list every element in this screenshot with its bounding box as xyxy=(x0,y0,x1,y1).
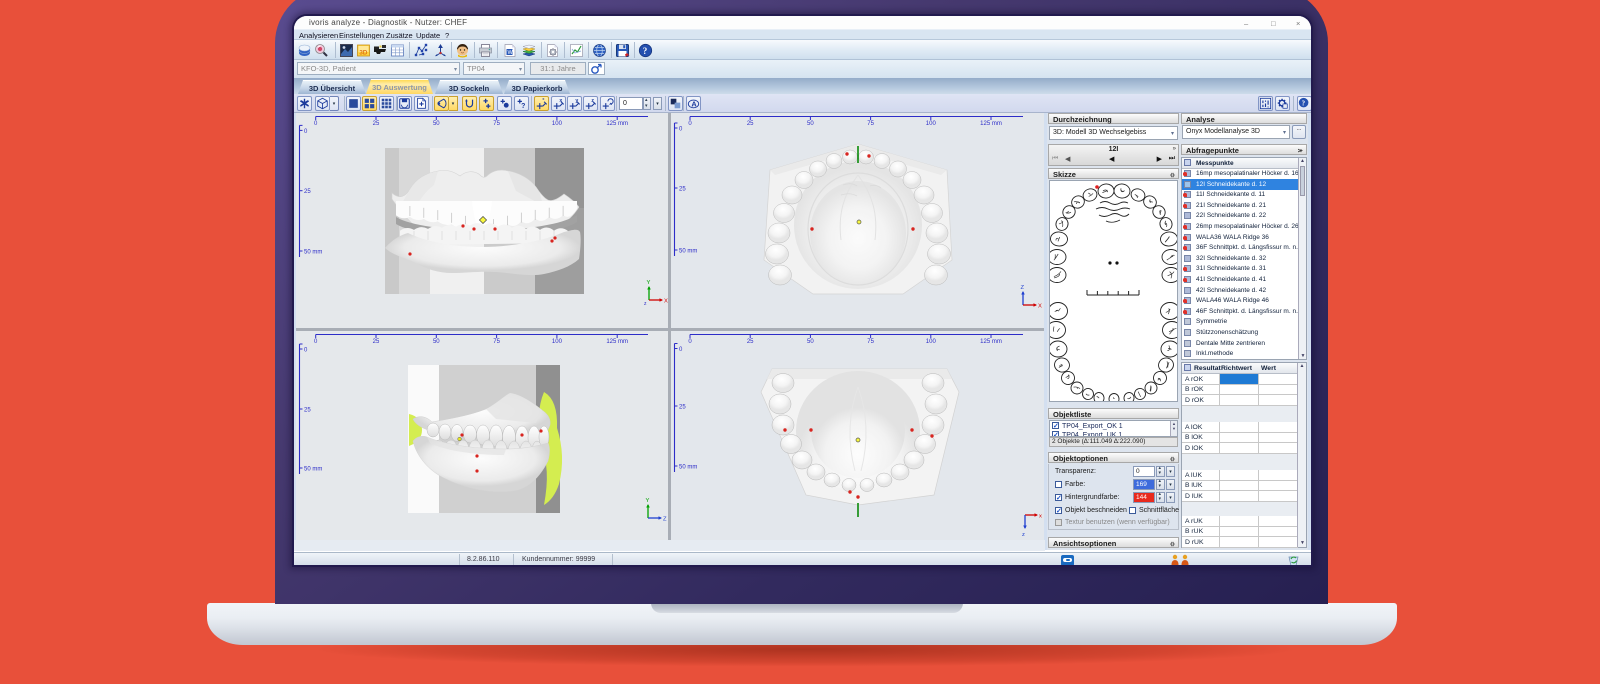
svg-text:125 mm: 125 mm xyxy=(980,339,1002,345)
svg-text:50 mm: 50 mm xyxy=(679,465,697,471)
svg-text:25: 25 xyxy=(373,339,380,345)
svg-text:25: 25 xyxy=(373,121,380,127)
svg-text:?: ? xyxy=(643,46,648,56)
svg-text:50: 50 xyxy=(807,121,814,127)
svg-text:50: 50 xyxy=(433,121,440,127)
svg-text:°: ° xyxy=(542,98,544,104)
svg-text:0: 0 xyxy=(679,127,683,133)
svg-text:0: 0 xyxy=(688,121,692,127)
svg-text:50 mm: 50 mm xyxy=(304,250,322,256)
svg-text:75: 75 xyxy=(493,339,500,345)
svg-text:0: 0 xyxy=(679,347,683,353)
svg-text:0: 0 xyxy=(688,339,692,345)
svg-text:0: 0 xyxy=(314,121,318,127)
svg-text:?: ? xyxy=(1302,101,1306,108)
svg-text:75: 75 xyxy=(867,339,874,345)
svg-text:x: x xyxy=(559,98,562,104)
svg-text:?: ? xyxy=(521,103,525,110)
svg-text:50: 50 xyxy=(807,339,814,345)
svg-text:z: z xyxy=(1022,532,1025,538)
svg-text:y: y xyxy=(575,98,578,104)
svg-text:125 mm: 125 mm xyxy=(606,339,628,345)
svg-text:125 mm: 125 mm xyxy=(980,121,1002,127)
svg-text:25: 25 xyxy=(679,187,686,193)
svg-text:125 mm: 125 mm xyxy=(606,121,628,127)
svg-text:W: W xyxy=(508,50,514,56)
svg-text:0: 0 xyxy=(304,348,308,354)
svg-text:75: 75 xyxy=(493,121,500,127)
svg-text:25: 25 xyxy=(679,405,686,411)
svg-text:25: 25 xyxy=(304,189,311,195)
svg-text:25: 25 xyxy=(747,121,754,127)
svg-text:100: 100 xyxy=(552,121,563,127)
svg-text:z: z xyxy=(644,301,647,307)
svg-text:Z: Z xyxy=(663,517,667,523)
svg-text:Y: Y xyxy=(646,498,650,504)
svg-text:z: z xyxy=(591,98,594,104)
svg-text:50: 50 xyxy=(433,339,440,345)
svg-text:100: 100 xyxy=(552,339,563,345)
svg-text:x: x xyxy=(1039,514,1042,520)
svg-text:75: 75 xyxy=(867,121,874,127)
svg-text:25: 25 xyxy=(747,339,754,345)
svg-text:50 mm: 50 mm xyxy=(679,249,697,255)
svg-text:X: X xyxy=(1038,304,1042,310)
svg-text:A: A xyxy=(691,100,697,109)
svg-text:25: 25 xyxy=(304,408,311,414)
svg-text:50 mm: 50 mm xyxy=(304,467,322,473)
svg-text:Y: Y xyxy=(647,280,651,286)
svg-text:3D: 3D xyxy=(359,49,368,56)
svg-text:100: 100 xyxy=(926,121,937,127)
svg-text:0: 0 xyxy=(314,339,318,345)
svg-text:100: 100 xyxy=(926,339,937,345)
svg-text:Z: Z xyxy=(1021,285,1025,291)
svg-text:0: 0 xyxy=(304,129,308,135)
